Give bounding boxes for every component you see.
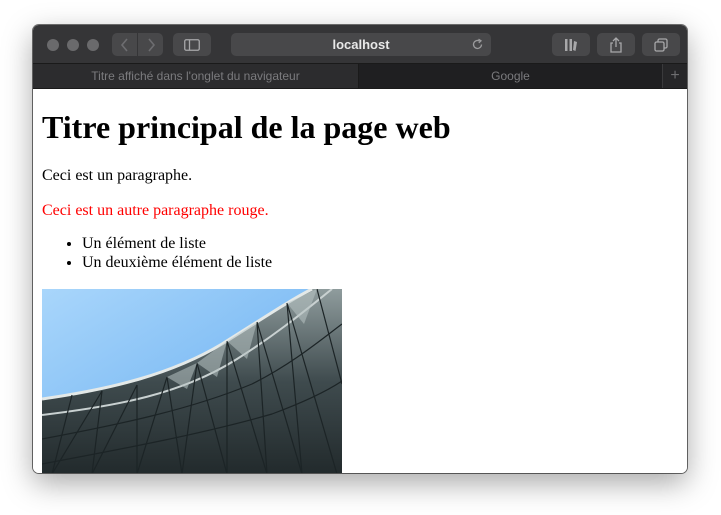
bullet-list: Un élément de liste Un deuxième élément …: [42, 234, 482, 272]
architecture-photo: [42, 289, 342, 473]
chevron-left-icon: [120, 37, 128, 52]
chevron-right-icon: [147, 37, 155, 52]
reading-list-icon: [565, 38, 577, 51]
tabs-overview-icon: [654, 37, 668, 52]
forward-button[interactable]: [138, 33, 163, 56]
share-button[interactable]: [597, 33, 635, 56]
tab-bar: Titre affiché dans l'onglet du navigateu…: [33, 63, 687, 89]
tab-titre-principal[interactable]: Titre affiché dans l'onglet du navigateu…: [33, 64, 359, 88]
list-item: Un deuxième élément de liste: [82, 253, 482, 272]
address-bar[interactable]: localhost: [231, 33, 491, 56]
sidebar-icon: [184, 38, 200, 51]
list-item: Un élément de liste: [82, 234, 482, 253]
address-text: localhost: [332, 37, 390, 52]
reload-icon[interactable]: [471, 38, 484, 51]
reading-list-button[interactable]: [552, 33, 590, 56]
red-paragraph: Ceci est un autre paragraphe rouge.: [42, 202, 269, 219]
paragraph: Ceci est un paragraphe.: [42, 167, 193, 184]
share-icon: [610, 36, 622, 53]
minimize-window-button[interactable]: [67, 39, 79, 51]
title-bar: localhost: [33, 25, 687, 63]
back-button[interactable]: [112, 33, 137, 56]
page-content: Titre principal de la page web Ceci est …: [33, 89, 687, 473]
sidebar-toggle-button[interactable]: [173, 33, 211, 56]
tabs-overview-button[interactable]: [642, 33, 680, 56]
browser-window: localhost Titre affiché dans l'onglet du…: [33, 25, 687, 473]
maximize-window-button[interactable]: [87, 39, 99, 51]
tab-google[interactable]: Google: [359, 64, 662, 88]
close-window-button[interactable]: [47, 39, 59, 51]
new-tab-button[interactable]: +: [662, 64, 687, 88]
page-title: Titre principal de la page web: [42, 109, 451, 145]
